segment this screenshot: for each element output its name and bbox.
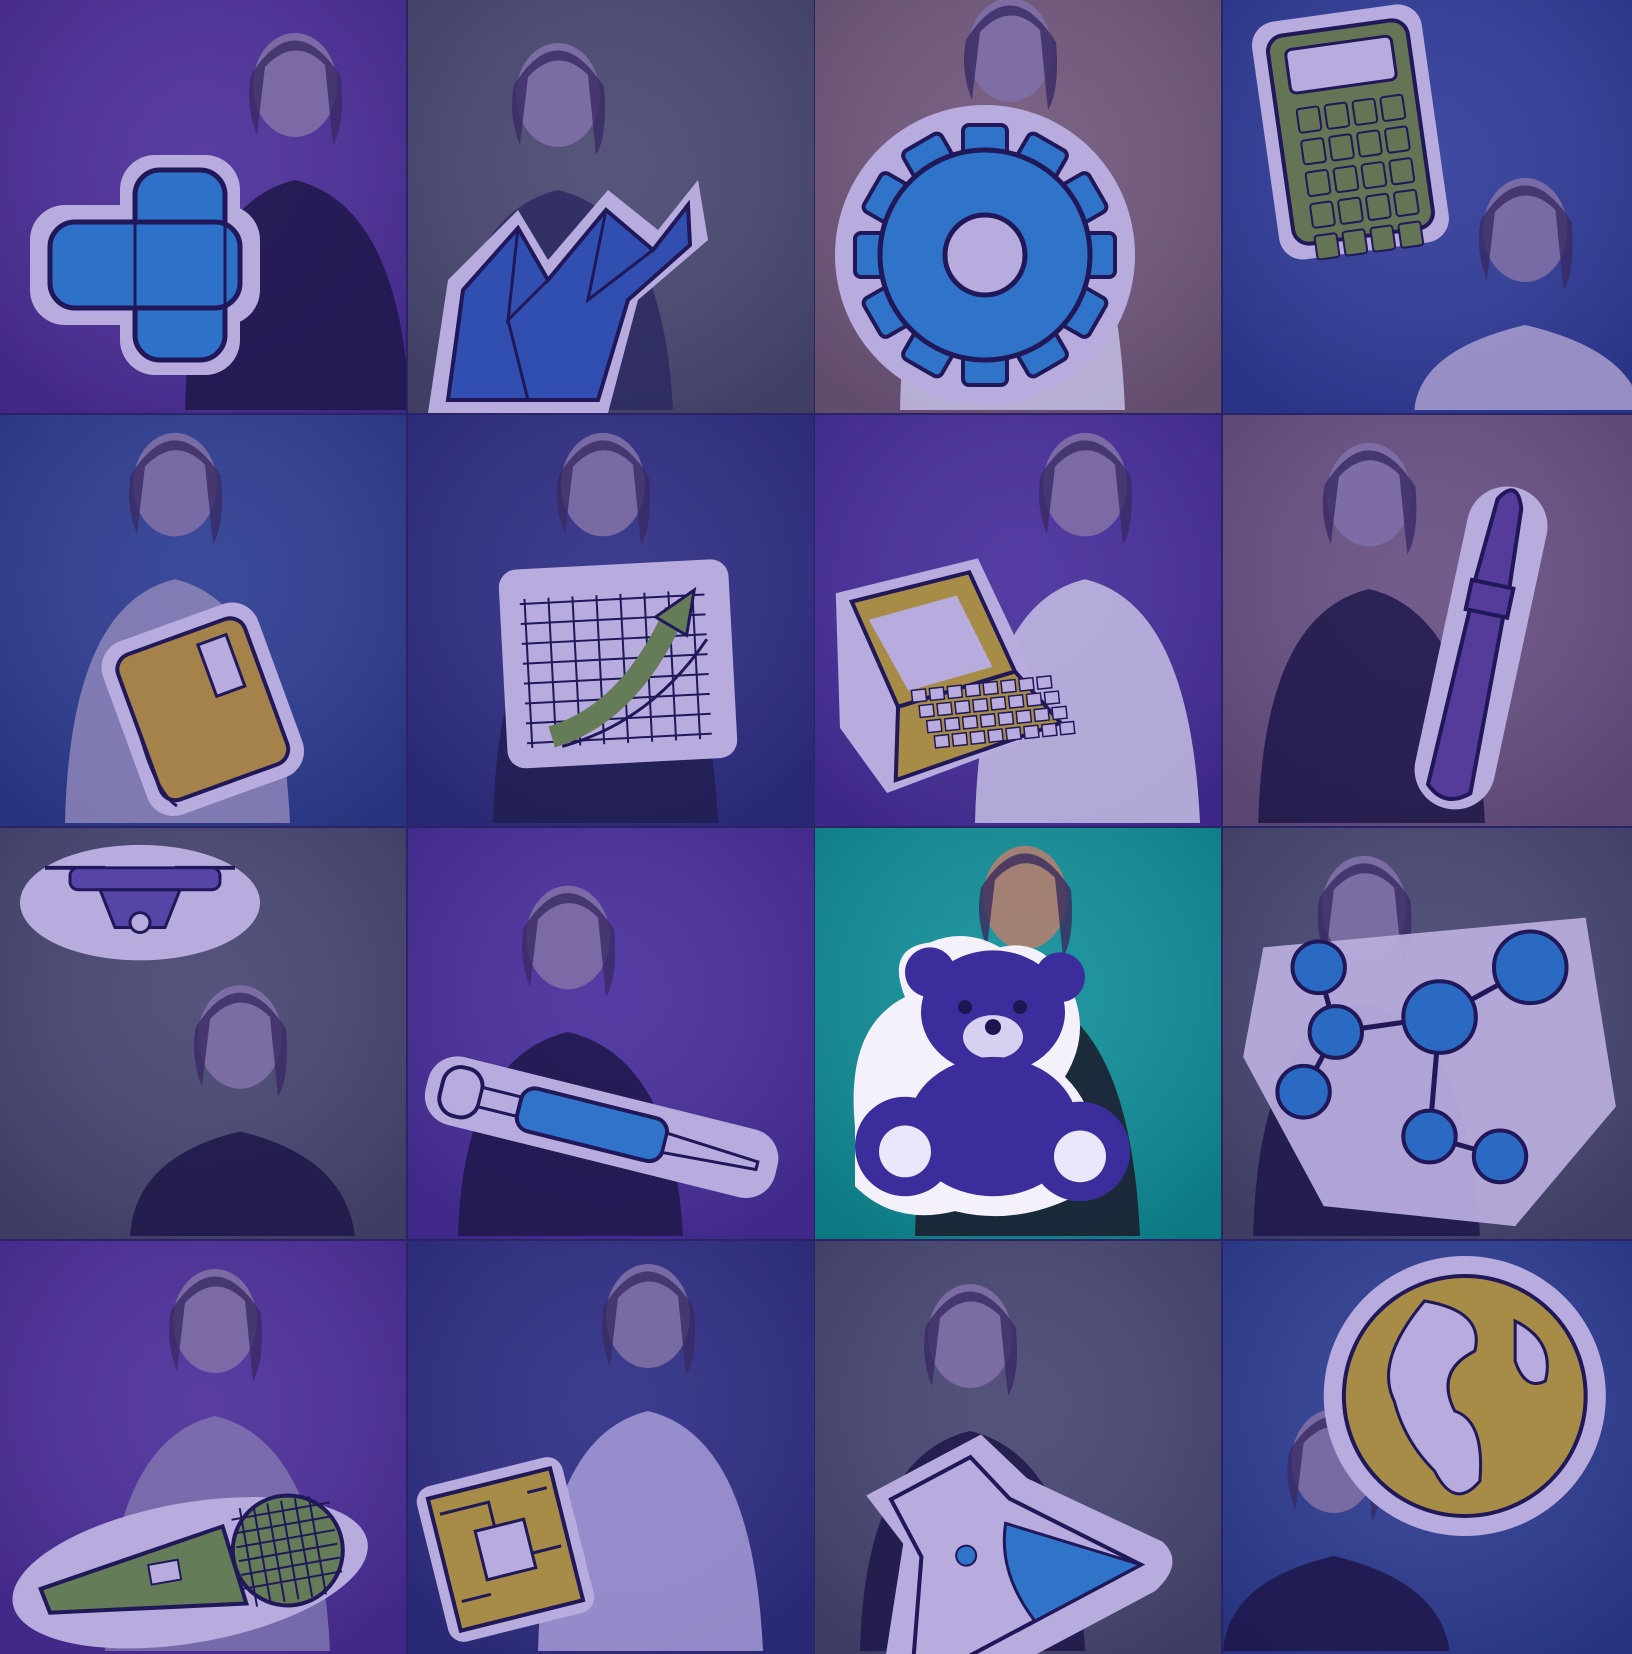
photo-tile-chart[interactable] xyxy=(408,415,814,826)
photo-tile-paintbrush[interactable] xyxy=(1223,415,1632,826)
photo-mosaic xyxy=(0,0,1632,1654)
photo-tile-microchip[interactable] xyxy=(408,1241,814,1654)
photo-tile-flask[interactable] xyxy=(815,1241,1221,1654)
photo-tile-crystals[interactable] xyxy=(408,0,814,413)
photo-tile-calculator[interactable] xyxy=(1223,0,1632,413)
photo-tile-laptop[interactable] xyxy=(815,415,1221,826)
photo-tile-molecule[interactable] xyxy=(1223,828,1632,1239)
photo-tile-globe[interactable] xyxy=(1223,1241,1632,1654)
photo-tile-gear[interactable] xyxy=(815,0,1221,413)
photo-tile-syringe[interactable] xyxy=(408,828,814,1239)
photo-tile-teddy-bear[interactable] xyxy=(815,828,1221,1239)
photo-tile-bandage[interactable] xyxy=(0,0,406,413)
photo-tile-drone[interactable] xyxy=(0,828,406,1239)
photo-tile-microphone[interactable] xyxy=(0,1241,406,1654)
photo-tile-book[interactable] xyxy=(0,415,406,826)
